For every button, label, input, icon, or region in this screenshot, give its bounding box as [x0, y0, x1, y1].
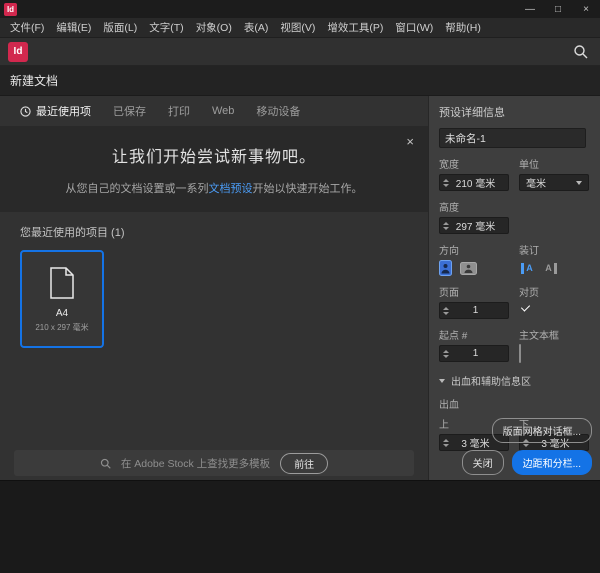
welcome-banner: 让我们开始尝试新事物吧。 从您自己的文档设置或一系列文档预设开始以快速开始工作。… — [0, 126, 428, 212]
unit-value: 毫米 — [526, 175, 546, 190]
start-page-label: 起点 # — [439, 327, 509, 342]
menu-edit[interactable]: 编辑(E) — [50, 18, 97, 38]
margins-columns-button[interactable]: 边距和分栏... — [512, 450, 592, 475]
binding-rtl-icon[interactable]: A — [543, 260, 559, 276]
pages-label: 页面 — [439, 284, 509, 299]
category-tabs: 最近使用项 已保存 打印 Web 移动设备 — [0, 96, 428, 126]
pages-field[interactable]: 1 — [439, 302, 509, 319]
menubar: 文件(F) 编辑(E) 版面(L) 文字(T) 对象(O) 表(A) 视图(V)… — [0, 18, 600, 38]
document-name-input[interactable] — [439, 128, 586, 148]
unit-label: 单位 — [519, 156, 589, 171]
search-icon — [573, 44, 588, 59]
new-document-dialog: 最近使用项 已保存 打印 Web 移动设备 让我们开始尝试新事物吧。 从您自己的… — [0, 96, 600, 480]
indesign-window: Id — □ × 文件(F) 编辑(E) 版面(L) 文字(T) 对象(O) 表… — [0, 0, 600, 573]
app-logo-small: Id — [4, 3, 17, 16]
dialog-title: 新建文档 — [0, 66, 600, 96]
tab-saved[interactable]: 已保存 — [113, 103, 146, 119]
bleed-label: 出血 — [439, 396, 590, 411]
binding-label: 装订 — [519, 242, 589, 257]
panel-action-buttons: 版面网格对话框... 关闭 边距和分栏... — [462, 418, 592, 475]
menu-object[interactable]: 对象(O) — [190, 18, 238, 38]
binding-letter: A — [526, 263, 533, 273]
recent-item-name: A4 — [56, 308, 68, 319]
layout-grid-dialog-button[interactable]: 版面网格对话框... — [492, 418, 592, 443]
bleed-section-label: 出血和辅助信息区 — [451, 373, 531, 388]
primary-text-frame-label: 主文本框 — [519, 327, 589, 342]
height-value: 297 毫米 — [449, 218, 508, 233]
bleed-section-header[interactable]: 出血和辅助信息区 — [439, 373, 590, 388]
app-logo: Id — [8, 42, 28, 62]
stock-search-placeholder: 在 Adobe Stock 上查找更多模板 — [121, 456, 270, 471]
search-button[interactable] — [573, 44, 588, 59]
document-name-row — [439, 128, 590, 148]
menu-layout[interactable]: 版面(L) — [97, 18, 143, 38]
document-icon — [49, 267, 75, 299]
menu-help[interactable]: 帮助(H) — [439, 18, 487, 38]
go-button[interactable]: 前往 — [280, 453, 328, 474]
menu-file[interactable]: 文件(F) — [4, 18, 50, 38]
tab-web[interactable]: Web — [212, 105, 234, 117]
templates-pane: 最近使用项 已保存 打印 Web 移动设备 让我们开始尝试新事物吧。 从您自己的… — [0, 96, 428, 480]
preset-details-panel: 预设详细信息 宽度 210 毫米 单位 — [428, 96, 600, 480]
orientation-label: 方向 — [439, 242, 509, 257]
search-icon — [100, 458, 111, 469]
preset-details-title: 预设详细信息 — [439, 104, 590, 120]
tab-recent[interactable]: 最近使用项 — [20, 103, 91, 119]
banner-subtitle-text: 从您自己的文档设置或一系列 — [66, 183, 209, 195]
menu-table[interactable]: 表(A) — [238, 18, 275, 38]
recent-items-heading: 您最近使用的项目 (1) — [20, 224, 428, 240]
binding-letter: A — [545, 263, 552, 273]
orientation-landscape-icon[interactable] — [460, 262, 477, 275]
unit-select[interactable]: 毫米 — [519, 174, 589, 191]
chevron-down-icon — [439, 379, 445, 383]
orientation-portrait-icon[interactable] — [439, 260, 452, 276]
menu-type[interactable]: 文字(T) — [143, 18, 189, 38]
doc-presets-link[interactable]: 文档预设 — [209, 183, 253, 195]
banner-close-icon[interactable]: × — [406, 135, 414, 148]
banner-title: 让我们开始尝试新事物吧。 — [0, 126, 428, 167]
chevron-down-icon — [576, 181, 582, 185]
width-value: 210 毫米 — [449, 175, 508, 190]
recent-item-a4[interactable]: A4 210 x 297 毫米 — [20, 250, 104, 348]
minimize-button[interactable]: — — [516, 0, 544, 18]
menu-plugins[interactable]: 增效工具(P) — [321, 18, 389, 38]
tab-print[interactable]: 打印 — [168, 103, 190, 119]
height-label: 高度 — [439, 199, 509, 214]
menu-window[interactable]: 窗口(W) — [389, 18, 439, 38]
width-label: 宽度 — [439, 156, 509, 171]
appbar: Id — [0, 38, 600, 66]
pages-value: 1 — [449, 305, 508, 316]
titlebar: Id — □ × — [0, 0, 600, 18]
workspace-background — [0, 480, 600, 573]
height-field[interactable]: 297 毫米 — [439, 217, 509, 234]
banner-subtitle-text2: 开始以快速开始工作。 — [253, 183, 363, 195]
binding-ltr-icon[interactable]: A — [519, 260, 535, 276]
facing-pages-label: 对页 — [519, 284, 589, 299]
close-dialog-button[interactable]: 关闭 — [462, 450, 504, 475]
banner-subtitle: 从您自己的文档设置或一系列文档预设开始以快速开始工作。 — [0, 180, 428, 196]
clock-icon — [20, 106, 31, 117]
stock-search-bar[interactable]: 在 Adobe Stock 上查找更多模板 前往 — [14, 450, 414, 476]
window-controls: — □ × — [516, 0, 600, 18]
tab-mobile[interactable]: 移动设备 — [256, 103, 300, 119]
maximize-button[interactable]: □ — [544, 0, 572, 18]
primary-text-frame-checkbox[interactable] — [519, 344, 521, 363]
tab-recent-label: 最近使用项 — [36, 103, 91, 119]
menu-view[interactable]: 视图(V) — [274, 18, 321, 38]
start-page-field[interactable]: 1 — [439, 345, 509, 362]
recent-item-dimensions: 210 x 297 毫米 — [35, 322, 88, 333]
close-button[interactable]: × — [572, 0, 600, 18]
width-field[interactable]: 210 毫米 — [439, 174, 509, 191]
start-page-value: 1 — [449, 348, 508, 359]
